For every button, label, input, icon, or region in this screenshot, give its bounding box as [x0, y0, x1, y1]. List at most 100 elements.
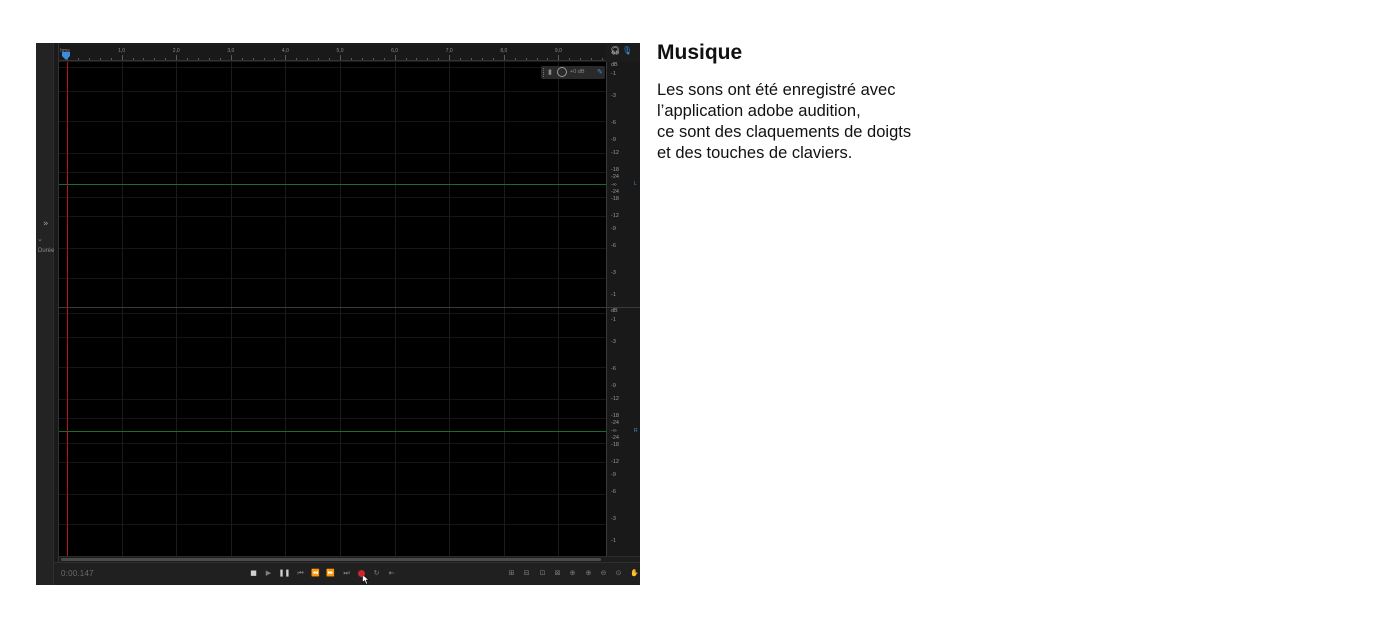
hand-tool-button[interactable]: ✋ [628, 567, 640, 580]
audition-editor-window: » ⌄ Durée hms 1,0 2,0 3,0 4,0 5,0 6,0 7,0 8,0 9,… [36, 43, 640, 585]
hud-grip[interactable] [543, 68, 546, 77]
channel-1-center-line [59, 184, 606, 185]
db-tick-label: -12 [611, 149, 619, 156]
ruler-tick [274, 58, 276, 60]
db-tick-label: -6 [611, 120, 616, 127]
zoom-in-amplitude-button[interactable]: ⊞ [505, 567, 518, 580]
zoom-in-button[interactable]: ⊕ [582, 567, 595, 580]
ruler-tick [547, 58, 549, 60]
ruler-tick [340, 55, 341, 60]
headphones-icon[interactable]: 🎧︎ [610, 46, 620, 55]
ruler-time-label: 9,0 [554, 48, 562, 54]
waveform-display[interactable]: ▮ +0 dB ✎ [59, 62, 606, 556]
zoom-selection-in-button[interactable]: ⊠ [551, 567, 564, 580]
go-to-start-button[interactable]: ⏮ [294, 567, 307, 580]
transport-bar: 0:00.147 ■▶❚❚⏮⏪⏩⏭↻⇤⊞⊟⊡⊠⊕⊕⊖⊙✋⊘ [54, 562, 640, 585]
zoom-to-selection-button[interactable]: ⊡ [536, 567, 549, 580]
amplitude-scale[interactable]: dB L dB R -1 -3 -6 -9 -12 -18 -24 -∞ -24 -18 -12 -9… [606, 62, 640, 556]
db-tick-label: -6 [611, 488, 616, 495]
grid-line-horizontal [59, 462, 606, 464]
db-tick-label: -∞ [611, 181, 617, 188]
ruler-tick [449, 55, 451, 60]
chevron-down-icon[interactable]: ⌄ [37, 235, 43, 243]
ruler-tick [208, 58, 210, 60]
loop-button[interactable]: ↻ [370, 567, 383, 580]
ruler-tick [503, 55, 505, 60]
db-tick-label: -1 [611, 317, 616, 324]
db-tick-label: -18 [611, 196, 619, 203]
grid-line-horizontal [59, 91, 606, 93]
ruler-tick [372, 58, 374, 60]
caption-text: Les sons ont été enregistré avec l’appli… [657, 80, 987, 164]
stop-button[interactable]: ■ [247, 567, 260, 580]
grid-line-vertical [285, 62, 287, 556]
zoom-selection-out-button[interactable]: ⊕ [566, 567, 579, 580]
db-tick-label: -18 [611, 166, 619, 173]
ruler-time-label: 2,0 [172, 48, 180, 54]
ruler-time-label: 5,0 [336, 48, 344, 54]
db-tick-label: -3 [611, 339, 616, 346]
grid-line-horizontal [59, 366, 606, 368]
monitoring-controls: 🎧︎ 🎙︎ [608, 46, 638, 60]
rewind-button[interactable]: ⏪ [309, 567, 322, 580]
zoom-full-button[interactable]: ⊙ [612, 567, 625, 580]
grid-line-vertical [449, 62, 451, 556]
db-tick-label: -9 [611, 137, 616, 144]
zoom-out-amplitude-button[interactable]: ⊟ [520, 567, 533, 580]
grid-line-horizontal [59, 120, 606, 122]
expand-panel-icon[interactable]: » [43, 219, 49, 229]
ruler-tick [492, 58, 494, 60]
db-tick-label: -24 [611, 434, 619, 441]
ruler-tick [514, 58, 516, 60]
grid-line-vertical [121, 62, 123, 556]
grid-line-horizontal [59, 248, 606, 250]
grid-line-vertical [340, 62, 341, 556]
grid-line-horizontal [59, 196, 606, 198]
caption-block: Musique Les sons ont été enregistré avec… [657, 40, 987, 164]
ruler-tick [405, 58, 407, 60]
playhead-handle[interactable] [61, 51, 71, 61]
ruler-tick [77, 58, 79, 60]
ruler-tick [329, 58, 331, 60]
volume-hud[interactable]: ▮ +0 dB ✎ [541, 66, 605, 79]
ruler-tick [121, 55, 123, 60]
ruler-tick [154, 58, 156, 60]
ruler-tick [481, 58, 483, 60]
db-tick-label: -9 [611, 225, 616, 232]
channel-divider[interactable] [59, 307, 606, 308]
playhead-line[interactable] [67, 62, 68, 556]
ruler-time-label: 7,0 [445, 48, 453, 54]
ruler-tick [525, 58, 527, 60]
ruler-tick [88, 58, 90, 60]
db-tick-label: -24 [611, 420, 619, 427]
volume-knob[interactable] [557, 67, 567, 77]
caption-line: et des touches de claviers. [657, 144, 853, 162]
play-button[interactable]: ▶ [262, 567, 275, 580]
ruler-tick [230, 55, 232, 60]
channel-2-marker[interactable]: R [634, 428, 638, 434]
record-button[interactable] [355, 567, 368, 580]
skip-button[interactable]: ⇤ [385, 567, 398, 580]
ruler-tick [536, 58, 538, 60]
ruler-tick [318, 58, 320, 60]
scrollbar-thumb[interactable] [61, 558, 601, 561]
ruler-tick [219, 58, 221, 60]
current-time-display[interactable]: 0:00.147 [61, 569, 94, 578]
db-tick-label: -1 [611, 537, 616, 544]
time-ruler[interactable]: hms 1,02,03,04,05,06,07,08,09,010 [59, 45, 606, 61]
db-tick-label: -1 [611, 71, 616, 78]
files-panel-collapsed[interactable]: » ⌄ Durée [36, 43, 54, 585]
pin-icon[interactable]: ✎ [597, 68, 603, 76]
channel-1-marker[interactable]: L [634, 181, 637, 187]
db-tick-label: -3 [611, 93, 616, 100]
ruler-time-label: 6,0 [391, 48, 399, 54]
ruler-tick [383, 58, 385, 60]
ruler-tick [143, 58, 145, 60]
ruler-tick [241, 58, 243, 60]
fast-forward-button[interactable]: ⏩ [324, 567, 337, 580]
microphone-icon[interactable]: 🎙︎ [622, 46, 632, 55]
pause-button[interactable]: ❚❚ [278, 567, 291, 580]
grid-line-horizontal [59, 494, 606, 496]
go-to-end-button[interactable]: ⏭ [340, 567, 353, 580]
zoom-out-button[interactable]: ⊖ [597, 567, 610, 580]
